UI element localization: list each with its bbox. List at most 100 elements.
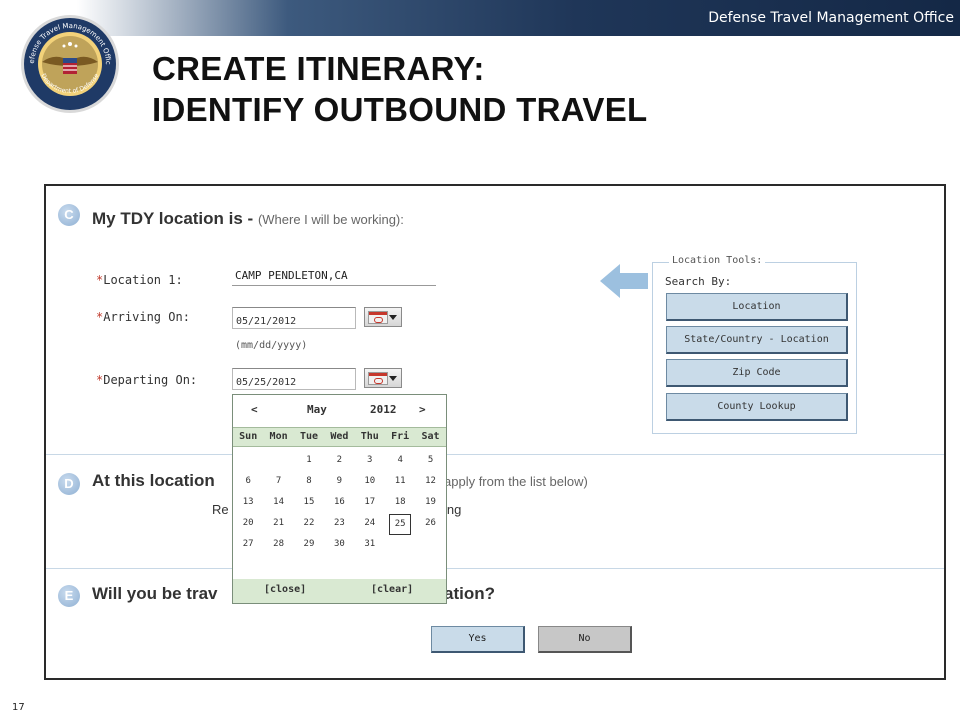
calendar-icon	[368, 372, 388, 385]
location-1-label-text: Location 1:	[103, 273, 183, 287]
weekday-label: Wed	[330, 431, 349, 442]
itinerary-form-panel: C My TDY location is - (Where I will be …	[44, 184, 946, 680]
departing-calendar-button[interactable]	[364, 368, 402, 388]
date-format-hint: (mm/dd/yyyy)	[235, 340, 308, 351]
departing-on-date-input[interactable]	[232, 368, 356, 390]
calendar-day[interactable]: 8	[294, 472, 324, 493]
calendar-day[interactable]: 29	[294, 535, 324, 556]
calendar-week-row: 13 14 15 16 17 18 19	[233, 493, 446, 514]
zip-code-button[interactable]: Zip Code	[666, 359, 848, 387]
section-d-line2-left: Re	[212, 502, 229, 517]
calendar-day[interactable]: 26	[415, 514, 445, 535]
calendar-day[interactable]: 17	[355, 493, 385, 514]
location-search-button[interactable]: Location	[666, 293, 848, 321]
calendar-day[interactable]: 6	[233, 472, 263, 493]
departing-on-label: *Departing On:	[96, 373, 197, 387]
calendar-day[interactable]: 11	[385, 472, 415, 493]
calendar-week-row: 6 7 8 9 10 11 12	[233, 472, 446, 493]
calendar-day-grid: 1 2 3 4 5 6 7 8 9 10 11 12 13 14 15 16 1…	[233, 451, 446, 556]
location-1-label: *Location 1:	[96, 273, 183, 287]
calendar-day[interactable]: 22	[294, 514, 324, 535]
weekday-label: Sun	[239, 431, 258, 442]
section-divider	[46, 454, 944, 455]
section-c-heading-text: My TDY location is	[92, 209, 243, 228]
calendar-day[interactable]: 1	[294, 451, 324, 472]
calendar-day	[415, 535, 445, 556]
weekday-label: Thu	[360, 431, 379, 442]
section-d-instruction: apply from the list below)	[444, 474, 588, 489]
calendar-day[interactable]: 28	[263, 535, 293, 556]
section-divider	[46, 568, 944, 569]
arriving-on-label-text: Arriving On:	[103, 310, 190, 324]
calendar-icon	[368, 311, 388, 324]
calendar-day[interactable]: 27	[233, 535, 263, 556]
left-arrow-icon	[600, 264, 648, 298]
date-picker-popup: < May 2012 > Sun Mon Tue Wed Thu Fri Sat…	[232, 394, 447, 604]
calendar-day[interactable]: 3	[355, 451, 385, 472]
next-month-button[interactable]: >	[419, 403, 426, 416]
no-button[interactable]: No	[538, 626, 632, 653]
yes-button[interactable]: Yes	[431, 626, 525, 653]
location-tools-legend: Location Tools:	[669, 255, 766, 266]
calendar-day[interactable]: 15	[294, 493, 324, 514]
calendar-day[interactable]: 14	[263, 493, 293, 514]
weekday-label: Fri	[391, 431, 410, 442]
dropdown-arrow-icon	[389, 315, 397, 320]
calendar-day[interactable]: 4	[385, 451, 415, 472]
calendar-day[interactable]: 9	[324, 472, 354, 493]
calendar-day[interactable]: 2	[324, 451, 354, 472]
calendar-day[interactable]: 23	[324, 514, 354, 535]
calendar-day[interactable]: 18	[385, 493, 415, 514]
section-d-badge: D	[58, 473, 80, 495]
state-country-location-button[interactable]: State/Country - Location	[666, 326, 848, 354]
weekday-label: Tue	[299, 431, 318, 442]
section-d-heading: At this location	[92, 471, 215, 490]
calendar-day[interactable]: 5	[415, 451, 445, 472]
calendar-day-selected[interactable]: 25	[385, 514, 415, 535]
calendar-day[interactable]: 19	[415, 493, 445, 514]
calendar-day[interactable]: 21	[263, 514, 293, 535]
top-banner: Defense Travel Management Office	[0, 0, 960, 36]
calendar-day	[263, 451, 293, 472]
weekday-label: Mon	[269, 431, 288, 442]
calendar-week-row: 20 21 22 23 24 25 26	[233, 514, 446, 535]
calendar-day[interactable]: 10	[355, 472, 385, 493]
calendar-day[interactable]: 20	[233, 514, 263, 535]
slide-title: CREATE ITINERARY: IDENTIFY OUTBOUND TRAV…	[152, 48, 647, 130]
slide-title-line2: IDENTIFY OUTBOUND TRAVEL	[152, 91, 648, 128]
calendar-week-row: 1 2 3 4 5	[233, 451, 446, 472]
section-e-heading-right: ation?	[444, 584, 495, 603]
page-number: 17	[12, 702, 25, 713]
weekday-label: Sat	[421, 431, 440, 442]
section-c-heading-dash: -	[242, 209, 258, 228]
previous-month-button[interactable]: <	[251, 403, 258, 416]
banner-org-text: Defense Travel Management Office	[708, 10, 954, 26]
calendar-close-link[interactable]: [close]	[264, 584, 306, 595]
arriving-calendar-button[interactable]	[364, 307, 402, 327]
calendar-header: < May 2012 >	[233, 395, 446, 427]
departing-on-label-text: Departing On:	[103, 373, 198, 387]
arriving-on-label: *Arriving On:	[96, 310, 190, 324]
calendar-clear-link[interactable]: [clear]	[371, 584, 413, 595]
dropdown-arrow-icon	[389, 376, 397, 381]
dtmo-seal-logo: Defense Travel Management Office Departm…	[20, 14, 119, 113]
section-c-badge: C	[58, 204, 80, 226]
calendar-footer: [close] [clear]	[233, 579, 446, 603]
section-c-heading: My TDY location is - (Where I will be wo…	[92, 209, 404, 229]
calendar-day[interactable]: 7	[263, 472, 293, 493]
calendar-day	[385, 535, 415, 556]
arriving-on-date-input[interactable]	[232, 307, 356, 329]
calendar-day[interactable]: 12	[415, 472, 445, 493]
section-c-subheading: (Where I will be working):	[257, 212, 404, 227]
calendar-day[interactable]: 13	[233, 493, 263, 514]
section-e-badge: E	[58, 585, 80, 607]
slide-title-line1: CREATE ITINERARY:	[152, 50, 485, 87]
calendar-day[interactable]: 24	[355, 514, 385, 535]
calendar-day[interactable]: 31	[355, 535, 385, 556]
calendar-day[interactable]: 30	[324, 535, 354, 556]
calendar-weekday-row: Sun Mon Tue Wed Thu Fri Sat	[233, 427, 446, 447]
calendar-year: 2012	[370, 403, 397, 416]
location-1-input[interactable]	[232, 266, 436, 286]
county-lookup-button[interactable]: County Lookup	[666, 393, 848, 421]
calendar-day[interactable]: 16	[324, 493, 354, 514]
